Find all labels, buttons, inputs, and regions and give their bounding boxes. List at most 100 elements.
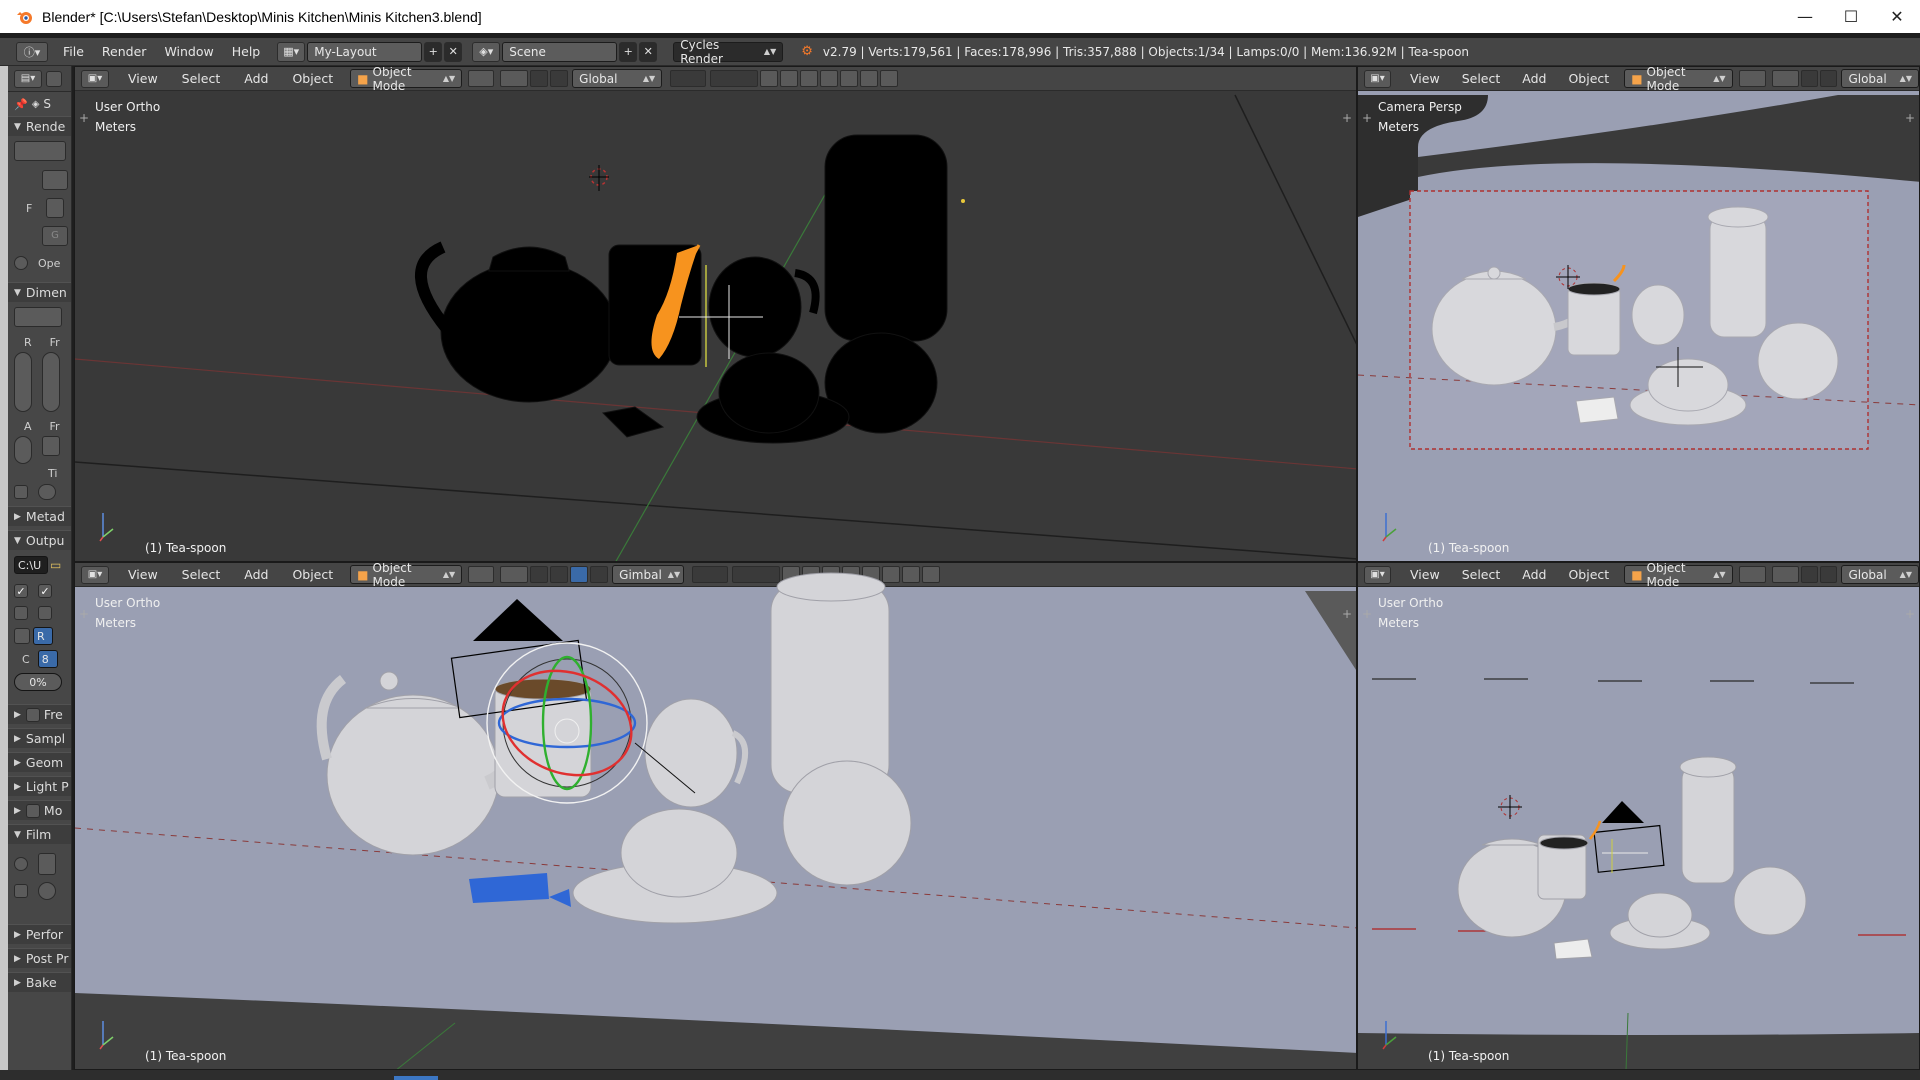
render-engine-select[interactable]: Cycles Render ▲▼ [673,38,784,66]
viewport-scene-wireframe [75,94,1356,561]
blender-status-icon: ⚙ [801,44,813,59]
film-exposure-toggle[interactable] [14,857,28,871]
view-name: User Ortho [95,596,161,610]
window-titlebar: Blender* [C:\Users\Stefan\Desktop\Minis … [0,0,1920,33]
panel-render[interactable]: ▼ Rende [8,116,71,136]
menu-file[interactable]: File [56,42,91,62]
time-remap-toggle[interactable] [38,484,56,500]
panel-post-processing[interactable]: ▶ Post Pr [8,948,71,968]
panel-light-paths[interactable]: ▶ Light P [8,776,71,796]
toolshelf-toggle-icon[interactable]: + [1362,607,1372,621]
display-select[interactable] [42,170,68,190]
viewport-top-left[interactable]: ▣▾ View Select Add Object ■ Object Mode ▲▼… [74,66,1357,562]
panel-film[interactable]: ▼ Film [8,824,71,844]
remove-scene-icon[interactable]: ✕ [639,41,658,62]
active-object-label: (1) Tea-spoon [1428,541,1510,555]
view-name: Camera Persp [1378,100,1462,114]
file-format-icon[interactable] [14,628,30,644]
scene-icon[interactable]: ◈▾ [472,41,501,62]
editor-type-properties-icon[interactable]: ▤▾ [14,69,42,88]
render-buttons-row[interactable] [14,141,66,161]
collapse-triangle-icon: ▶ [14,757,21,768]
properties-toggle-icon[interactable]: + [1905,111,1915,125]
toolshelf-toggle-icon[interactable]: + [79,607,89,621]
scene-stats: v2.79 | Verts:179,561 | Faces:178,996 | … [822,44,1470,59]
maximize-button[interactable]: ☐ [1828,0,1874,33]
presets-select[interactable] [14,307,62,327]
window-title: Blender* [C:\Users\Stefan\Desktop\Minis … [42,8,482,25]
menu-render[interactable]: Render [95,42,154,62]
view-name: User Ortho [1378,596,1444,610]
collapse-triangle-icon: ▶ [14,805,21,816]
film-stepper[interactable] [38,853,56,875]
expand-triangle-icon: ▼ [14,535,21,546]
output-path-field[interactable]: C:\U [14,556,48,574]
color-depth-field[interactable]: 8 [37,650,58,668]
compression-slider[interactable]: 0% [14,673,62,691]
panel-geometry[interactable]: ▶ Geom [8,752,71,772]
panel-sampling[interactable]: ▶ Sampl [8,728,71,748]
expand-triangle-icon: ▼ [14,829,21,840]
folder-icon[interactable]: ▭ [50,558,61,572]
transparent-checkbox[interactable] [14,884,28,898]
overwrite-checkbox[interactable]: ✓ [14,584,28,598]
frame-label: F [26,201,33,215]
properties-toggle-icon[interactable]: + [1905,607,1915,621]
taskbar-strip [0,1070,1920,1080]
active-object-label: (1) Tea-spoon [1428,1049,1510,1063]
frame-range-slider[interactable] [42,352,60,412]
panel-metadata[interactable]: ▶ Metad [8,506,71,526]
panel-motion-blur[interactable]: ▶ Mo [8,800,71,820]
blender-logo-icon [16,8,34,26]
freestyle-checkbox[interactable] [25,707,40,722]
menu-help[interactable]: Help [225,42,268,62]
axis-gizmo-icon [1382,513,1397,542]
panel-bake[interactable]: ▶ Bake [8,972,71,992]
toolshelf-toggle-icon[interactable]: + [1362,111,1372,125]
motion-blur-checkbox[interactable] [25,803,40,818]
scene-select[interactable]: Scene [502,41,618,62]
viewport-top-right[interactable]: ▣▾ View Select Add Object ■ Object Mode ▲▼… [1357,66,1920,562]
active-object-label: (1) Tea-spoon [145,541,227,555]
info-header: ⓘ▾ File Render Window Help ▦▾ My-Layout … [0,38,1920,66]
scene-context-icon: ◈ [31,98,40,110]
menu-window[interactable]: Window [157,42,220,62]
panel-freestyle[interactable]: ▶ Fre [8,704,71,724]
add-scene-icon[interactable]: + [619,41,638,62]
pin-icon[interactable]: 📌 [14,98,28,111]
panel-output[interactable]: ▼ Outpu [8,530,71,550]
units-label: Meters [1378,616,1420,630]
editor-type-info-icon[interactable]: ⓘ▾ [16,41,48,62]
panel-dimensions[interactable]: ▼ Dimen [8,282,71,302]
frame-stepper[interactable] [46,198,65,218]
context-path-label: S [43,97,52,111]
screen-layout-select[interactable]: My-Layout [307,41,423,62]
axis-gizmo-icon [1382,1021,1397,1050]
aspect-slider[interactable] [14,436,32,464]
screen-layout-icon[interactable]: ▦▾ [277,41,306,62]
cache-result-checkbox[interactable] [38,606,52,620]
color-mode-button[interactable]: R [33,627,53,645]
file-extensions-checkbox[interactable] [14,606,28,620]
resolution-slider[interactable] [14,352,32,412]
border-checkbox[interactable] [14,485,28,499]
viewport-bottom-right[interactable]: ▣▾ View Select Add Object ■ Object Mode ▲▼… [1357,562,1920,1070]
viewport-scene-camera [1358,95,1919,450]
open-checkbox[interactable] [14,256,28,270]
properties-toggle-icon[interactable]: + [1342,607,1352,621]
close-button[interactable]: ✕ [1874,0,1920,33]
render-context-icon[interactable] [46,70,62,87]
properties-editor: ▤▾ 📌 ◈ S ▼ Rende F G Ope ▼ Dimen R Fr A Fr T… [8,66,72,1070]
viewport-bottom-left[interactable]: ▣▾ View Select Add Object ■ Object Mode ▲▼… [74,562,1357,1070]
placeholders-checkbox[interactable]: ✓ [38,584,52,598]
minimize-button[interactable]: — [1782,0,1828,33]
add-screen-icon[interactable]: + [424,41,443,62]
collapse-triangle-icon: ▶ [14,953,21,964]
film-slider[interactable] [38,882,56,900]
g-button[interactable]: G [42,226,68,246]
active-object-label: (1) Tea-spoon [145,1049,227,1063]
remove-screen-icon[interactable]: ✕ [444,41,463,62]
panel-performance[interactable]: ▶ Perfor [8,924,71,944]
frame-rate-stepper[interactable] [42,436,60,456]
expand-triangle-icon: ▼ [14,121,21,132]
